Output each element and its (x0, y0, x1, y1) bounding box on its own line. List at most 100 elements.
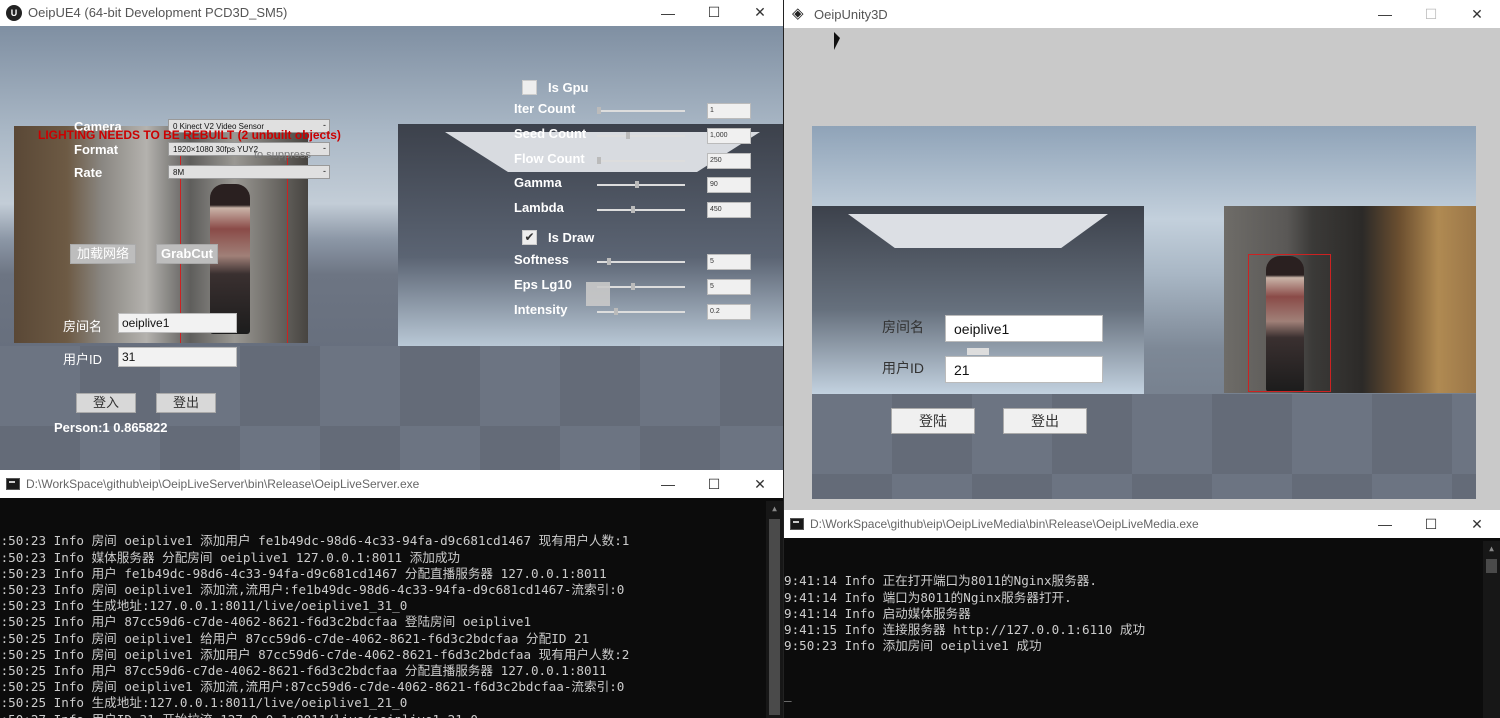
minimize-icon[interactable]: — (645, 0, 691, 25)
unity-viewport[interactable]: 房间名 oeiplive1 用户ID 21 登陆 登出 (812, 126, 1476, 499)
maximize-icon[interactable]: ☐ (691, 0, 737, 25)
server-titlebar[interactable]: D:\WorkSpace\github\eip\OeipLiveServer\b… (0, 470, 783, 498)
slider-knob[interactable] (607, 258, 611, 265)
rate-select[interactable]: 8M (168, 165, 330, 179)
maximize-icon[interactable]: ☐ (1408, 510, 1454, 538)
param-label: Gamma (514, 175, 562, 190)
ue4-window: U OeipUE4 (64-bit Development PCD3D_SM5)… (0, 0, 783, 470)
param-value-input[interactable]: 5 (707, 254, 751, 270)
log-line: 9:50:25 Info 房间 oeiplive1 添加流,流用户:87cc59… (0, 679, 625, 695)
console-output: 9:41:14 Info 正在打开端口为8011的Nginx服务器. 9:41:1… (784, 541, 1500, 718)
unity-titlebar[interactable]: ◈ OeipUnity3D — ☐ ✕ (784, 0, 1500, 28)
user-id-label: 用户ID (63, 352, 103, 367)
ue4-viewport[interactable]: Camera 0 Kinect V2 Video Sensor LIGHTING… (0, 26, 783, 470)
user-id-input[interactable]: 21 (945, 356, 1103, 383)
slider-knob[interactable] (597, 107, 601, 114)
log-line: 9:50:25 Info 房间 oeiplive1 添加用户 87cc59d6-… (0, 646, 630, 662)
small-handle (967, 348, 989, 355)
person-bounding-box (1248, 254, 1331, 392)
console-icon (6, 478, 20, 490)
scroll-thumb[interactable] (769, 519, 780, 715)
unity-window: ◈ OeipUnity3D — ☐ ✕ 房间名 oeiplive1 用户ID 2… (784, 0, 1500, 510)
param-value-input[interactable]: 250 (707, 153, 751, 169)
load-network-button[interactable]: 加载网络 (70, 244, 136, 264)
console-icon (790, 518, 804, 530)
param-slider[interactable] (597, 283, 685, 290)
scroll-up-icon[interactable]: ▲ (1483, 541, 1500, 557)
login-button[interactable]: 登陆 (891, 408, 975, 434)
room-name-input[interactable]: oeiplive1 (118, 313, 237, 333)
minimize-icon[interactable]: — (1362, 510, 1408, 538)
minimize-icon[interactable]: — (1362, 0, 1408, 28)
is-draw-label: Is Draw (548, 230, 595, 245)
param-slider[interactable] (597, 206, 685, 213)
grey-square (586, 282, 610, 306)
param-slider[interactable] (597, 132, 685, 139)
media-titlebar[interactable]: D:\WorkSpace\github\eip\OeipLiveMedia\bi… (784, 510, 1500, 538)
log-line: 9:50:27 Info 用户ID 31 开始拉流 127.0.0.1:8011… (0, 712, 783, 718)
param-value-input[interactable]: 90 (707, 177, 751, 193)
log-line: 9:41:14 Info 正在打开端口为8011的Nginx服务器. (784, 573, 1097, 589)
log-line: 9:50:25 Info 房间 oeiplive1 给用户 87cc59d6-c… (0, 630, 590, 646)
log-line: 9:50:23 Info 生成地址:127.0.0.1:8011/live/oe… (0, 598, 408, 614)
format-label: Format (74, 142, 119, 157)
unreal-engine-icon: U (6, 4, 22, 21)
param-label: Lambda (514, 200, 564, 215)
param-label: Seed Count (514, 126, 587, 141)
log-line: 9:50:25 Info 用户 87cc59d6-c7de-4062-8621-… (0, 663, 607, 679)
param-slider[interactable] (597, 308, 685, 315)
media-console-window: D:\WorkSpace\github\eip\OeipLiveMedia\bi… (784, 510, 1500, 718)
maximize-icon[interactable]: ☐ (1408, 0, 1454, 28)
maximize-icon[interactable]: ☐ (691, 470, 737, 498)
slider-knob[interactable] (635, 181, 639, 188)
log-line: 9:50:23 Info 媒体服务器 分配房间 oeiplive1 127.0.… (0, 549, 461, 565)
slider-knob[interactable] (631, 206, 635, 213)
param-value-input[interactable]: 0.2 (707, 304, 751, 320)
param-value-input[interactable]: 450 (707, 202, 751, 218)
slider-knob[interactable] (631, 283, 635, 290)
param-slider[interactable] (597, 157, 685, 164)
param-slider[interactable] (597, 181, 685, 188)
ue4-titlebar[interactable]: U OeipUE4 (64-bit Development PCD3D_SM5)… (0, 0, 783, 25)
console-output: 9:50:23 Info 房间 oeiplive1 添加用户 fe1b49dc-… (0, 501, 783, 718)
user-id-label: 用户ID (882, 360, 924, 376)
grabcut-button[interactable]: GrabCut (156, 244, 218, 264)
window-title: OeipUnity3D (814, 6, 888, 22)
close-icon[interactable]: ✕ (1454, 510, 1500, 538)
param-value-input[interactable]: 5 (707, 279, 751, 295)
window-title: D:\WorkSpace\github\eip\OeipLiveMedia\bi… (810, 517, 1199, 531)
param-value-input[interactable]: 1,000 (707, 128, 751, 144)
param-label: Eps Lg10 (514, 277, 572, 292)
scrollbar[interactable]: ▲ (766, 501, 783, 718)
slider-knob[interactable] (614, 308, 618, 315)
param-value-input[interactable]: 1 (707, 103, 751, 119)
person-score: Person:1 0.865822 (54, 420, 168, 435)
login-button[interactable]: 登入 (76, 393, 136, 413)
log-lines: 9:50:23 Info 房间 oeiplive1 添加用户 fe1b49dc-… (0, 533, 783, 718)
param-slider[interactable] (597, 258, 685, 265)
minimize-icon[interactable]: — (645, 470, 691, 498)
scroll-up-icon[interactable]: ▲ (766, 501, 783, 517)
log-line: 9:50:23 Info 房间 oeiplive1 添加流,流用户:fe1b49… (0, 582, 625, 598)
user-id-input[interactable]: 31 (118, 347, 237, 367)
close-icon[interactable]: ✕ (737, 0, 783, 25)
scroll-thumb[interactable] (1486, 559, 1497, 573)
slider-knob[interactable] (597, 157, 601, 164)
close-icon[interactable]: ✕ (1454, 0, 1500, 28)
log-line: 9:50:23 Info 添加房间 oeiplive1 成功 (784, 638, 1042, 654)
is-draw-checkbox[interactable]: ✔ (522, 230, 537, 245)
room-name-label: 房间名 (882, 319, 924, 335)
room-name-label: 房间名 (63, 319, 103, 334)
scrollbar[interactable]: ▲ (1483, 541, 1500, 718)
log-line: 9:41:14 Info 端口为8011的Nginx服务器打开. (784, 589, 1072, 605)
is-gpu-checkbox[interactable] (522, 80, 537, 95)
slider-knob[interactable] (626, 132, 630, 139)
logout-button[interactable]: 登出 (1003, 408, 1087, 434)
close-icon[interactable]: ✕ (737, 470, 783, 498)
param-slider[interactable] (597, 107, 685, 114)
logout-button[interactable]: 登出 (156, 393, 216, 413)
room-name-input[interactable]: oeiplive1 (945, 315, 1103, 342)
text-cursor: _ (784, 686, 792, 702)
camera-video-feed (1224, 206, 1476, 393)
window-title: OeipUE4 (64-bit Development PCD3D_SM5) (28, 5, 288, 20)
